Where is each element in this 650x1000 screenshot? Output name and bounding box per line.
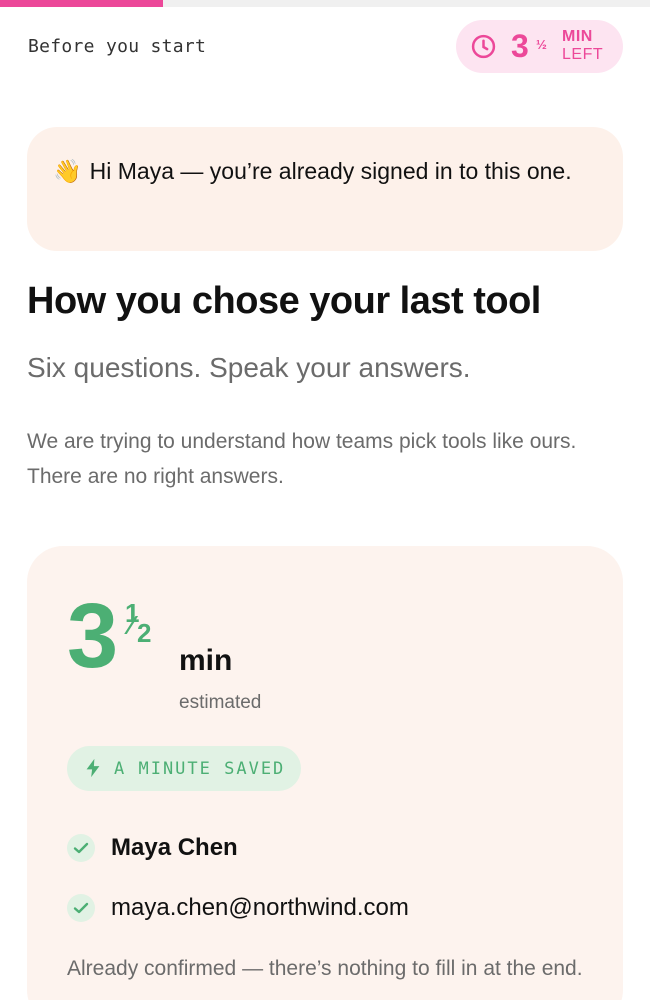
top-bar: Before you start 3 ½ MIN LEFT (0, 20, 650, 74)
confirmed-email-row: maya.chen@northwind.com (67, 891, 587, 925)
confirmed-name-row: Maya Chen (67, 831, 587, 865)
estimate-fraction: 1 ⁄ 2 (123, 600, 163, 650)
time-left-unit: MIN (562, 28, 593, 45)
estimate-unit: min (179, 644, 233, 677)
estimate-card: 3 1 ⁄ 2 min estimated A MINUTE SAVED May… (27, 546, 623, 1000)
confirmed-footnote: Already confirmed — there’s nothing to f… (67, 957, 583, 980)
check-icon (67, 834, 95, 862)
greeting-text: Hi Maya — you’re already signed in to th… (89, 158, 572, 184)
page-subtitle: Six questions. Speak your answers. (27, 352, 471, 383)
clock-icon (471, 34, 496, 59)
intro-text: We are trying to understand how teams pi… (27, 430, 577, 488)
estimate-value: 3 (67, 585, 118, 687)
time-left-badge: 3 ½ MIN LEFT (456, 20, 623, 73)
estimate-fraction-slash: ⁄ (129, 610, 134, 640)
confirmed-email: maya.chen@northwind.com (111, 894, 409, 921)
confirmed-name: Maya Chen (111, 834, 238, 861)
time-left-suffix: LEFT (562, 46, 604, 63)
waving-hand-icon: 👋 (53, 158, 82, 184)
check-icon (67, 894, 95, 922)
lightning-icon (86, 758, 100, 778)
eyebrow-label: Before you start (28, 36, 207, 57)
time-left-fraction: ½ (536, 37, 547, 52)
estimate-caption: estimated (179, 692, 262, 713)
time-left-value: 3 (511, 28, 529, 64)
estimate-fraction-denominator: 2 (137, 618, 152, 648)
greeting-banner: 👋 Hi Maya — you’re already signed in to t… (27, 127, 623, 251)
page-title: How you chose your last tool (27, 280, 541, 322)
minute-saved-label: A MINUTE SAVED (114, 759, 286, 779)
progress-bar-fill (0, 0, 163, 7)
progress-bar (0, 0, 650, 7)
minute-saved-badge: A MINUTE SAVED (67, 746, 301, 791)
